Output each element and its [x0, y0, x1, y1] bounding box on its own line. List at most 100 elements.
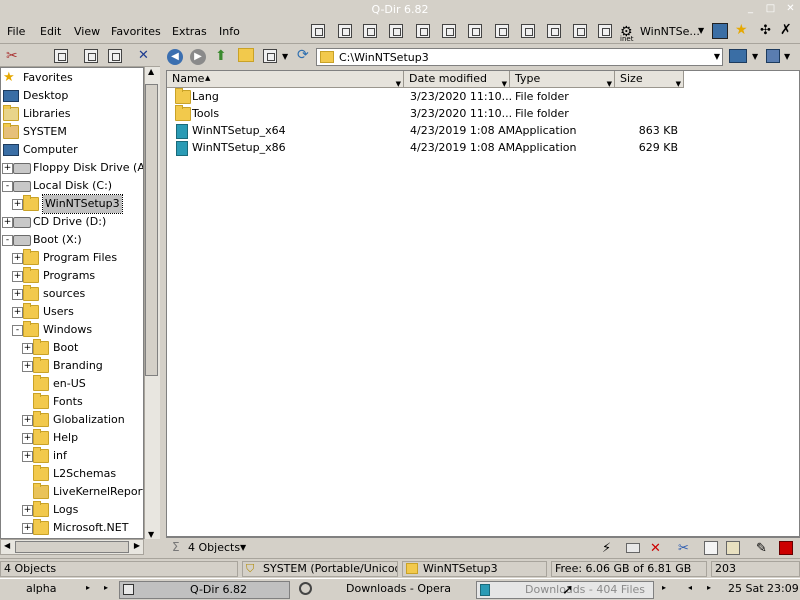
layout-single-icon[interactable]	[442, 24, 456, 38]
chevron-right-icon[interactable]: ▸	[104, 583, 108, 592]
tree-item[interactable]: + Floppy Disk Drive (A:)	[1, 159, 143, 177]
layout-horizontal-icon[interactable]	[389, 24, 403, 38]
tree-item[interactable]: + Programs	[1, 267, 143, 285]
menu-view[interactable]: View	[74, 25, 100, 38]
tree-item[interactable]: - Local Disk (C:)	[1, 177, 143, 195]
layout-quad-icon[interactable]	[521, 24, 535, 38]
expand-icon[interactable]: +	[22, 343, 33, 354]
start-button[interactable]: alpha	[26, 581, 106, 599]
layout-2-pane-icon[interactable]	[363, 24, 377, 38]
open-folder-icon[interactable]	[238, 48, 254, 62]
up-folder-icon[interactable]: ⬆	[215, 48, 227, 64]
tree-item[interactable]: Fonts	[1, 393, 143, 411]
task-qdir[interactable]: Q-Dir 6.82	[119, 581, 290, 599]
column-header-type[interactable]: Type ▼	[510, 71, 615, 88]
tree-item[interactable]: + Branding	[1, 357, 143, 375]
tree-item[interactable]: - Windows	[1, 321, 143, 339]
layout-3-pane-icon[interactable]	[338, 24, 352, 38]
favorite-folder-dropdown[interactable]: WinNTSe...	[640, 25, 700, 38]
address-dropdown-icon[interactable]: ▼	[714, 52, 720, 61]
file-row[interactable]: WinNTSetup_x86 4/23/2019 1:08 AM Applicati…	[167, 139, 687, 156]
minimize-button[interactable]: _	[743, 2, 758, 15]
tree-horizontal-scrollbar[interactable]: ◀ ▶	[0, 539, 144, 555]
collapse-icon[interactable]: -	[2, 181, 13, 192]
tools-icon[interactable]: ✗	[780, 22, 792, 38]
tree-item[interactable]: + inf	[1, 447, 143, 465]
tree-item[interactable]: + Globalization	[1, 411, 143, 429]
refresh-icon[interactable]: ⟳	[297, 47, 309, 63]
tree-hscroll-thumb[interactable]	[15, 541, 129, 553]
search-icon[interactable]	[108, 49, 122, 63]
star-icon[interactable]: ★	[735, 22, 748, 38]
puzzle-icon[interactable]: ✣	[760, 23, 771, 38]
tree-item[interactable]: en-US	[1, 375, 143, 393]
tree-item[interactable]: + Program Files	[1, 249, 143, 267]
tree-item[interactable]: + Microsoft.NET	[1, 519, 143, 537]
layout-stack-icon[interactable]	[547, 24, 561, 38]
column-header-date[interactable]: Date modified ▼	[404, 71, 510, 88]
tree-item[interactable]: + WinNTSetup3	[1, 194, 143, 214]
expand-icon[interactable]: +	[12, 199, 23, 210]
column-header-name[interactable]: Name ▲ ▼	[167, 71, 404, 88]
monitor-dropdown-icon[interactable]: ▼	[752, 52, 758, 61]
expand-icon[interactable]: +	[12, 307, 23, 318]
scroll-left-icon[interactable]: ◀	[4, 541, 10, 550]
tree-item[interactable]: SYSTEM	[1, 123, 143, 141]
scroll-up-icon[interactable]: ▲	[148, 67, 154, 76]
tree-item[interactable]: + CD Drive (D:)	[1, 213, 143, 231]
expand-icon[interactable]: +	[22, 433, 33, 444]
tree-item[interactable]: + Help	[1, 429, 143, 447]
sum-icon[interactable]: Σ	[172, 540, 180, 554]
expand-icon[interactable]: +	[22, 523, 33, 534]
layout-mixed-icon[interactable]	[495, 24, 509, 38]
chevron-down-icon[interactable]: ▼	[698, 26, 704, 35]
rename-icon[interactable]: ✎	[756, 541, 770, 556]
tree-item[interactable]: ★ Favorites	[1, 69, 143, 87]
stop-icon[interactable]	[779, 541, 793, 555]
lightning-icon[interactable]: ⚡	[602, 541, 616, 556]
scroll-right-icon[interactable]: ▶	[134, 541, 140, 550]
expand-icon[interactable]: +	[2, 217, 13, 228]
scroll-down-icon[interactable]: ▼	[148, 530, 154, 539]
expand-icon[interactable]: +	[22, 505, 33, 516]
tree-scroll-thumb[interactable]	[145, 84, 158, 376]
tree-item[interactable]: - Boot (X:)	[1, 231, 143, 249]
folder-tree[interactable]: ★ Favorites Desktop Libraries SYSTEM Computer…	[0, 67, 144, 539]
collapse-icon[interactable]: -	[2, 235, 13, 246]
panel-dropdown-icon[interactable]: ▼	[784, 52, 790, 61]
menu-file[interactable]: File	[7, 25, 25, 38]
menu-edit[interactable]: Edit	[40, 25, 61, 38]
tree-item[interactable]: + Users	[1, 303, 143, 321]
tree-item[interactable]: + Boot	[1, 339, 143, 357]
chevron-down-icon[interactable]: ▼	[240, 543, 246, 552]
tree-item[interactable]: Computer	[1, 141, 143, 159]
chevron-right-icon[interactable]: ▸	[707, 583, 711, 592]
forward-icon[interactable]: ▶	[190, 49, 206, 65]
window-icon[interactable]	[712, 23, 728, 39]
tree-item[interactable]: Libraries	[1, 105, 143, 123]
column-header-size[interactable]: Size ▼	[615, 71, 684, 88]
expand-icon[interactable]: +	[22, 415, 33, 426]
expand-icon[interactable]: +	[12, 271, 23, 282]
expand-icon[interactable]: +	[22, 451, 33, 462]
view-mode-icon[interactable]	[263, 49, 277, 63]
expand-icon[interactable]: +	[12, 289, 23, 300]
menu-favorites[interactable]: Favorites	[111, 25, 161, 38]
paste-icon[interactable]	[726, 541, 740, 555]
panel-icon[interactable]	[766, 49, 780, 63]
file-row[interactable]: Tools 3/23/2020 11:10... File folder	[167, 105, 687, 122]
tree-item[interactable]: + Logs	[1, 501, 143, 519]
view-dropdown-icon[interactable]: ▼	[282, 52, 288, 61]
unpin-icon[interactable]: ✂	[6, 48, 18, 64]
tree-item[interactable]: L2Schemas	[1, 465, 143, 483]
layout-grid-icon[interactable]	[573, 24, 587, 38]
delete-icon[interactable]: ✕	[650, 541, 664, 556]
layout-tabs-icon[interactable]	[468, 24, 482, 38]
tree-item[interactable]: LiveKernelReports	[1, 483, 143, 501]
expand-icon[interactable]: +	[2, 163, 13, 174]
chevron-right-icon[interactable]: ▸	[662, 583, 666, 592]
address-path[interactable]: C:\WinNTSetup3	[339, 51, 429, 64]
close-icon[interactable]: ✕	[138, 48, 149, 63]
expand-icon[interactable]: +	[12, 253, 23, 264]
monitor-icon[interactable]	[729, 49, 747, 63]
